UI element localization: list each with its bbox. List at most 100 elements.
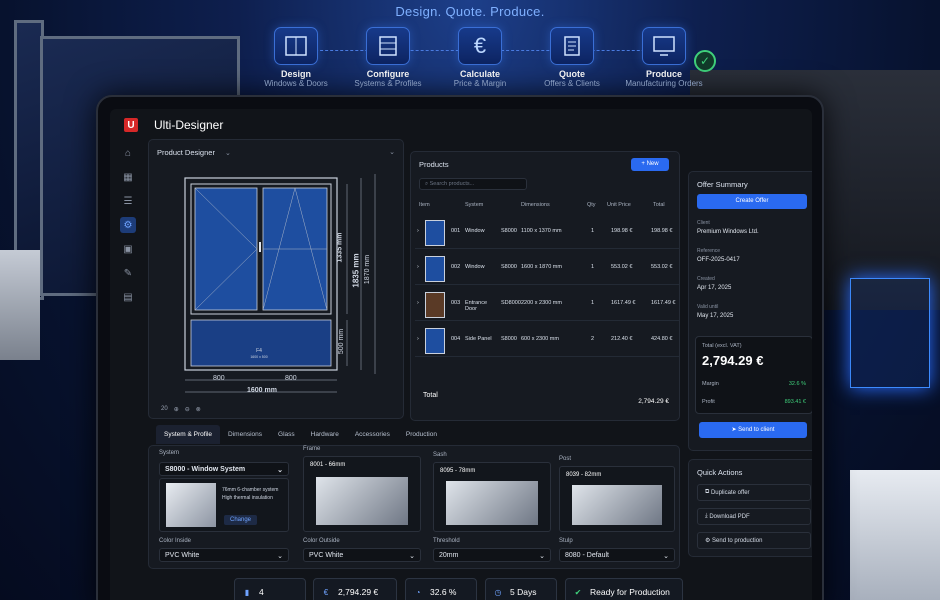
- row-system: S8000: [501, 336, 517, 342]
- report-icon[interactable]: ▤: [120, 289, 136, 305]
- step-configure[interactable]: Configure Systems & Profiles: [354, 27, 422, 88]
- zoom-fit-icon[interactable]: ⊗: [196, 406, 201, 413]
- step-subtitle: Manufacturing Orders: [625, 79, 703, 88]
- qa-label: Duplicate offer: [710, 489, 750, 496]
- color-inside-label: Color Inside: [159, 538, 192, 544]
- row-system: S8000: [501, 228, 517, 234]
- kpi-value: Ready for Production: [590, 587, 670, 597]
- tab-production[interactable]: Production: [398, 425, 445, 444]
- create-offer-button[interactable]: Create Offer: [697, 194, 807, 209]
- step-title: Design: [280, 69, 311, 79]
- grid-icon[interactable]: ▦: [120, 169, 136, 185]
- row-chevron-icon: ›: [417, 264, 419, 270]
- kpi-value: 2,794.29 €: [338, 587, 379, 597]
- zoom-controls: 20 ⊕ ⊖ ⊗: [161, 406, 201, 413]
- offer-field-value: Premium Windows Ltd.: [697, 229, 759, 235]
- system-select[interactable]: S8000 - Window System ⌄: [159, 462, 289, 476]
- row-unit-price: 198.98 €: [611, 228, 633, 234]
- monitor-icon: [642, 27, 686, 65]
- edit-icon[interactable]: ✎: [120, 265, 136, 281]
- step-subtitle: Offers & Clients: [544, 79, 600, 88]
- post-card[interactable]: 8039 - 82mm: [559, 466, 675, 532]
- row-chevron-icon: ›: [417, 228, 419, 234]
- tab-system-profile[interactable]: System & Profile: [156, 425, 221, 444]
- step-subtitle: Price & Margin: [453, 79, 507, 88]
- row-total: 424.80 €: [651, 336, 673, 342]
- tab-accessories[interactable]: Accessories: [347, 425, 398, 444]
- sash-card[interactable]: 8095 - 78mm: [433, 462, 551, 532]
- tab-hardware[interactable]: Hardware: [303, 425, 347, 444]
- row-total: 553.02 €: [651, 264, 673, 270]
- frame-value: 8001 - 66mm: [310, 462, 346, 468]
- send-to-production-button[interactable]: ⚙ Send to production: [697, 532, 811, 549]
- send-label: Send to client: [738, 427, 775, 433]
- table-row[interactable]: › 004 Side Panel S8000 600 x 2300 mm 2 212.40 …: [415, 324, 679, 357]
- offer-field-value: Apr 17, 2025: [697, 285, 732, 291]
- duplicate-offer-button[interactable]: ⧉ Duplicate offer: [697, 484, 811, 501]
- row-qty: 1: [591, 300, 595, 306]
- table-row[interactable]: › 003 Entrance Door SD8000 2200 x 2300 mm 1 16…: [415, 288, 679, 321]
- background-profile-sample: [850, 470, 940, 600]
- stulp-select[interactable]: 8080 - Default ⌄: [559, 548, 675, 562]
- table-row[interactable]: › 002 Window S8000 1600 x 1870 mm 1 553.02 € 55…: [415, 252, 679, 285]
- total-label: Total (excl. VAT): [702, 343, 742, 349]
- step-design[interactable]: Design Windows & Doors: [264, 27, 328, 88]
- tab-glass[interactable]: Glass: [270, 425, 303, 444]
- profile-icon: [366, 27, 410, 65]
- step-calculate[interactable]: € Calculate Price & Margin: [449, 27, 511, 88]
- chevron-down-icon: ⌄: [277, 553, 283, 560]
- chevron-down-icon: ⌄: [277, 467, 283, 474]
- system-label: System: [159, 450, 180, 456]
- product-thumbnail: [425, 220, 445, 246]
- kpi-status: ✔ Ready for Production: [565, 578, 683, 600]
- zoom-out-icon[interactable]: ⊖: [185, 406, 190, 413]
- send-to-client-button[interactable]: ➤ Send to client: [699, 422, 807, 438]
- zoom-in-icon[interactable]: ⊕: [174, 406, 179, 413]
- app-title: Ulti-Designer: [154, 118, 224, 132]
- config-panel: System S8000 - Window System ⌄ 76mm 6-cha…: [148, 445, 680, 569]
- color-outside-select[interactable]: PVC White ⌄: [303, 548, 421, 562]
- designer-icon[interactable]: ⚙: [120, 217, 136, 233]
- table-header: Item System Dimensions Qty Unit Price To…: [415, 202, 679, 214]
- row-unit-price: 553.02 €: [611, 264, 633, 270]
- step-subtitle: Windows & Doors: [264, 79, 328, 88]
- step-produce[interactable]: Produce Manufacturing Orders: [625, 27, 703, 88]
- product-thumbnail: [425, 328, 445, 354]
- download-pdf-button[interactable]: ⤓ Download PDF: [697, 508, 811, 525]
- chevron-down-icon: ⌄: [539, 553, 545, 560]
- panel-label: F4: [256, 348, 262, 354]
- offer-summary-panel: Offer Summary Create Offer Client Premium…: [688, 171, 812, 451]
- row-qty: 1: [591, 228, 595, 234]
- tab-dimensions[interactable]: Dimensions: [220, 425, 270, 444]
- dim-total-height: 1835 mm: [351, 253, 361, 288]
- color-inside-select[interactable]: PVC White ⌄: [159, 548, 289, 562]
- home-icon[interactable]: ⌂: [120, 145, 136, 161]
- offer-field-value: May 17, 2025: [697, 313, 734, 319]
- search-input[interactable]: ⌕ Search products...: [419, 178, 527, 190]
- new-product-button[interactable]: + New: [631, 158, 669, 171]
- kpi-items: ▮ 4: [234, 578, 306, 600]
- step-subtitle: Systems & Profiles: [354, 79, 422, 88]
- kpi-margin: ◔ 32.6 %: [405, 578, 477, 600]
- background-profile-left: [0, 250, 40, 360]
- row-name: Entrance Door: [465, 300, 488, 312]
- row-dimensions: 1600 x 1870 mm: [521, 264, 562, 270]
- table-row[interactable]: › 001 Window S8000 1100 x 1370 mm 1 198.98 € 19…: [415, 216, 679, 249]
- frame-card[interactable]: 8001 - 66mm: [303, 456, 421, 532]
- check-icon: ✓: [694, 50, 716, 72]
- row-number: 001: [451, 228, 461, 234]
- box-icon[interactable]: ▣: [120, 241, 136, 257]
- list-icon[interactable]: ☰: [120, 193, 136, 209]
- change-system-button[interactable]: Change: [224, 515, 258, 525]
- dim-total-width: 1600 mm: [247, 387, 277, 394]
- window-icon: [274, 27, 318, 65]
- step-quote[interactable]: Quote Offers & Clients: [541, 27, 603, 88]
- threshold-select[interactable]: 20mm ⌄: [433, 548, 551, 562]
- euro-icon: €: [323, 587, 329, 597]
- system-desc-1: 76mm 6-chamber system: [222, 487, 279, 493]
- zoom-level: 20: [161, 406, 168, 412]
- product-thumbnail: [425, 292, 445, 318]
- threshold-value: 20mm: [439, 552, 459, 559]
- total-value: 2,794.29 €: [702, 353, 764, 368]
- step-title: Produce: [645, 69, 682, 79]
